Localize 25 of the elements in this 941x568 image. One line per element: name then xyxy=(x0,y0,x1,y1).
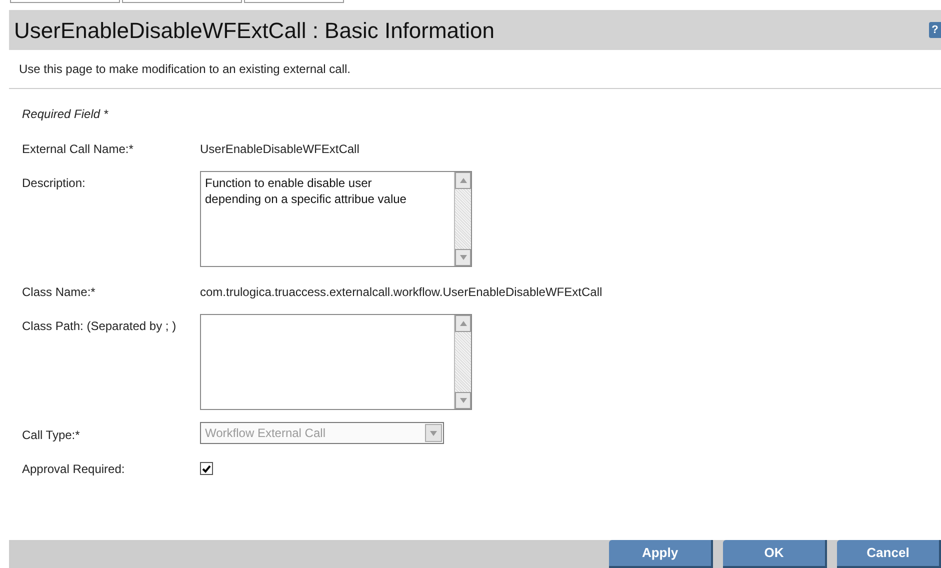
page-title: UserEnableDisableWFExtCall : Basic Information xyxy=(14,16,495,44)
checkbox[interactable] xyxy=(200,462,213,475)
action-button[interactable]: Apply xyxy=(609,540,713,568)
scroll-down-icon[interactable] xyxy=(455,392,471,409)
checkmark-icon xyxy=(202,464,211,472)
required-note: Required Field * xyxy=(22,107,108,121)
field-value: UserEnableDisableWFExtCall xyxy=(200,141,360,158)
field-label: Class Path: (Separated by ; ) xyxy=(22,318,178,335)
field-label: Class Name:* xyxy=(22,284,96,301)
field-label: Call Type:* xyxy=(22,427,81,444)
text-area[interactable]: Function to enable disable user depending on a specific attribue value xyxy=(200,171,472,267)
text-area[interactable] xyxy=(200,314,472,410)
action-button[interactable]: Cancel xyxy=(837,540,941,568)
scroll-up-icon[interactable] xyxy=(455,172,471,189)
scroll-down-icon[interactable] xyxy=(455,249,471,266)
field-value: com.trulogica.truaccess.externalcall.workflow.UserEnableDisableWFExtCall xyxy=(200,284,602,301)
scrollbar[interactable] xyxy=(454,172,471,266)
help-icon[interactable]: ? xyxy=(929,22,941,38)
field-label: Approval Required: xyxy=(22,461,126,478)
field-label: Description: xyxy=(22,175,86,192)
field-label: External Call Name:* xyxy=(22,141,134,158)
scroll-up-icon[interactable] xyxy=(455,315,471,332)
intro-text: Use this page to make modification to an existing external call. xyxy=(19,62,351,76)
action-button[interactable]: OK xyxy=(723,540,827,568)
scrollbar[interactable] xyxy=(454,315,471,409)
